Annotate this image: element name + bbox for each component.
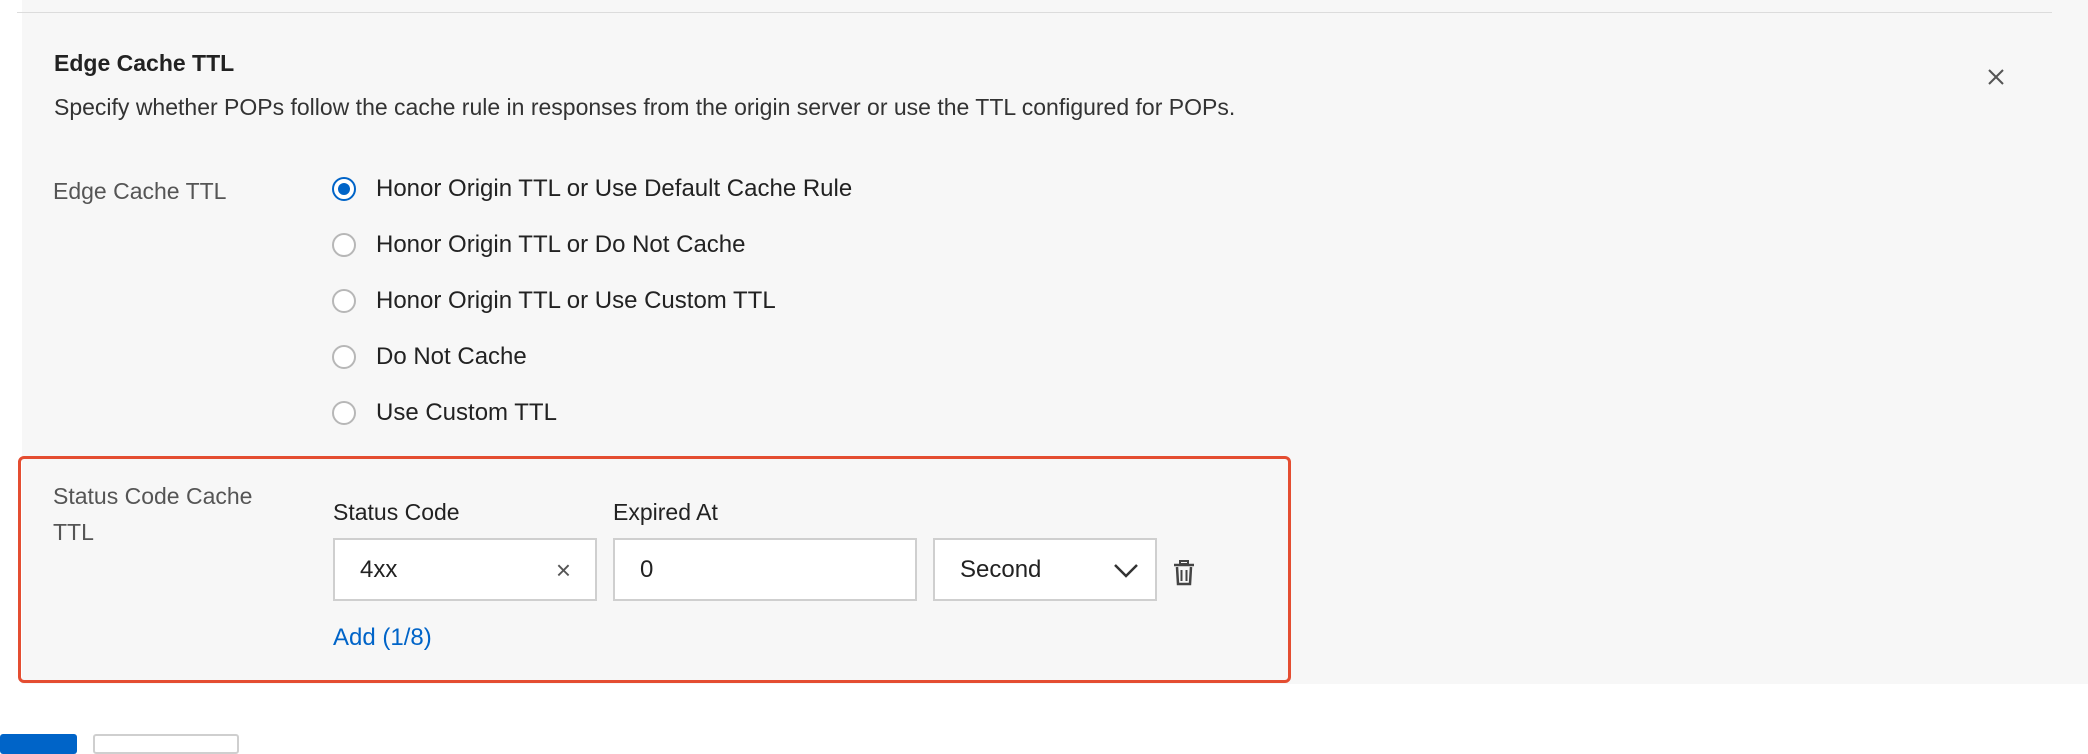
- radio-option-custom-ttl[interactable]: Use Custom TTL: [332, 397, 557, 429]
- status-code-header: Status Code: [333, 499, 460, 525]
- top-divider: [17, 12, 2052, 13]
- radio-label: Do Not Cache: [376, 343, 527, 370]
- radio-option-do-not-cache[interactable]: Do Not Cache: [332, 341, 527, 373]
- expired-at-header: Expired At: [613, 499, 718, 525]
- status-code-value: 4xx: [360, 555, 398, 583]
- chevron-down-icon: [1114, 564, 1138, 578]
- section-title: Edge Cache TTL: [54, 50, 235, 76]
- radio-button-checked[interactable]: [332, 177, 356, 201]
- radio-option-honor-origin-custom[interactable]: Honor Origin TTL or Use Custom TTL: [332, 285, 776, 317]
- status-code-select[interactable]: 4xx ×: [333, 538, 597, 601]
- status-code-cache-ttl-label-line1: Status Code Cache: [53, 483, 253, 509]
- radio-option-honor-origin-default[interactable]: Honor Origin TTL or Use Default Cache Ru…: [332, 173, 852, 205]
- edge-cache-ttl-label: Edge Cache TTL: [53, 178, 227, 204]
- radio-label: Honor Origin TTL or Use Default Cache Ru…: [376, 175, 853, 202]
- close-icon[interactable]: [1983, 64, 2009, 90]
- ok-button[interactable]: [0, 734, 77, 754]
- radio-label: Honor Origin TTL or Do Not Cache: [376, 231, 746, 258]
- unit-select-value: Second: [960, 555, 1042, 583]
- radio-label: Use Custom TTL: [376, 399, 557, 426]
- radio-button[interactable]: [332, 233, 356, 257]
- status-code-cache-ttl-label-line2: TTL: [53, 519, 94, 545]
- radio-button[interactable]: [332, 345, 356, 369]
- trash-icon[interactable]: [1173, 560, 1195, 586]
- expired-at-input[interactable]: 0: [613, 538, 917, 601]
- section-description: Specify whether POPs follow the cache ru…: [54, 94, 1236, 120]
- add-status-code-link[interactable]: Add (1/8): [333, 624, 432, 652]
- radio-option-honor-origin-no-cache[interactable]: Honor Origin TTL or Do Not Cache: [332, 229, 745, 261]
- radio-label: Honor Origin TTL or Use Custom TTL: [376, 287, 776, 314]
- expired-at-value: 0: [640, 555, 654, 583]
- unit-select[interactable]: Second: [933, 538, 1157, 601]
- cancel-button[interactable]: [93, 734, 239, 754]
- clear-icon[interactable]: ×: [556, 556, 571, 584]
- radio-button[interactable]: [332, 401, 356, 425]
- radio-button[interactable]: [332, 289, 356, 313]
